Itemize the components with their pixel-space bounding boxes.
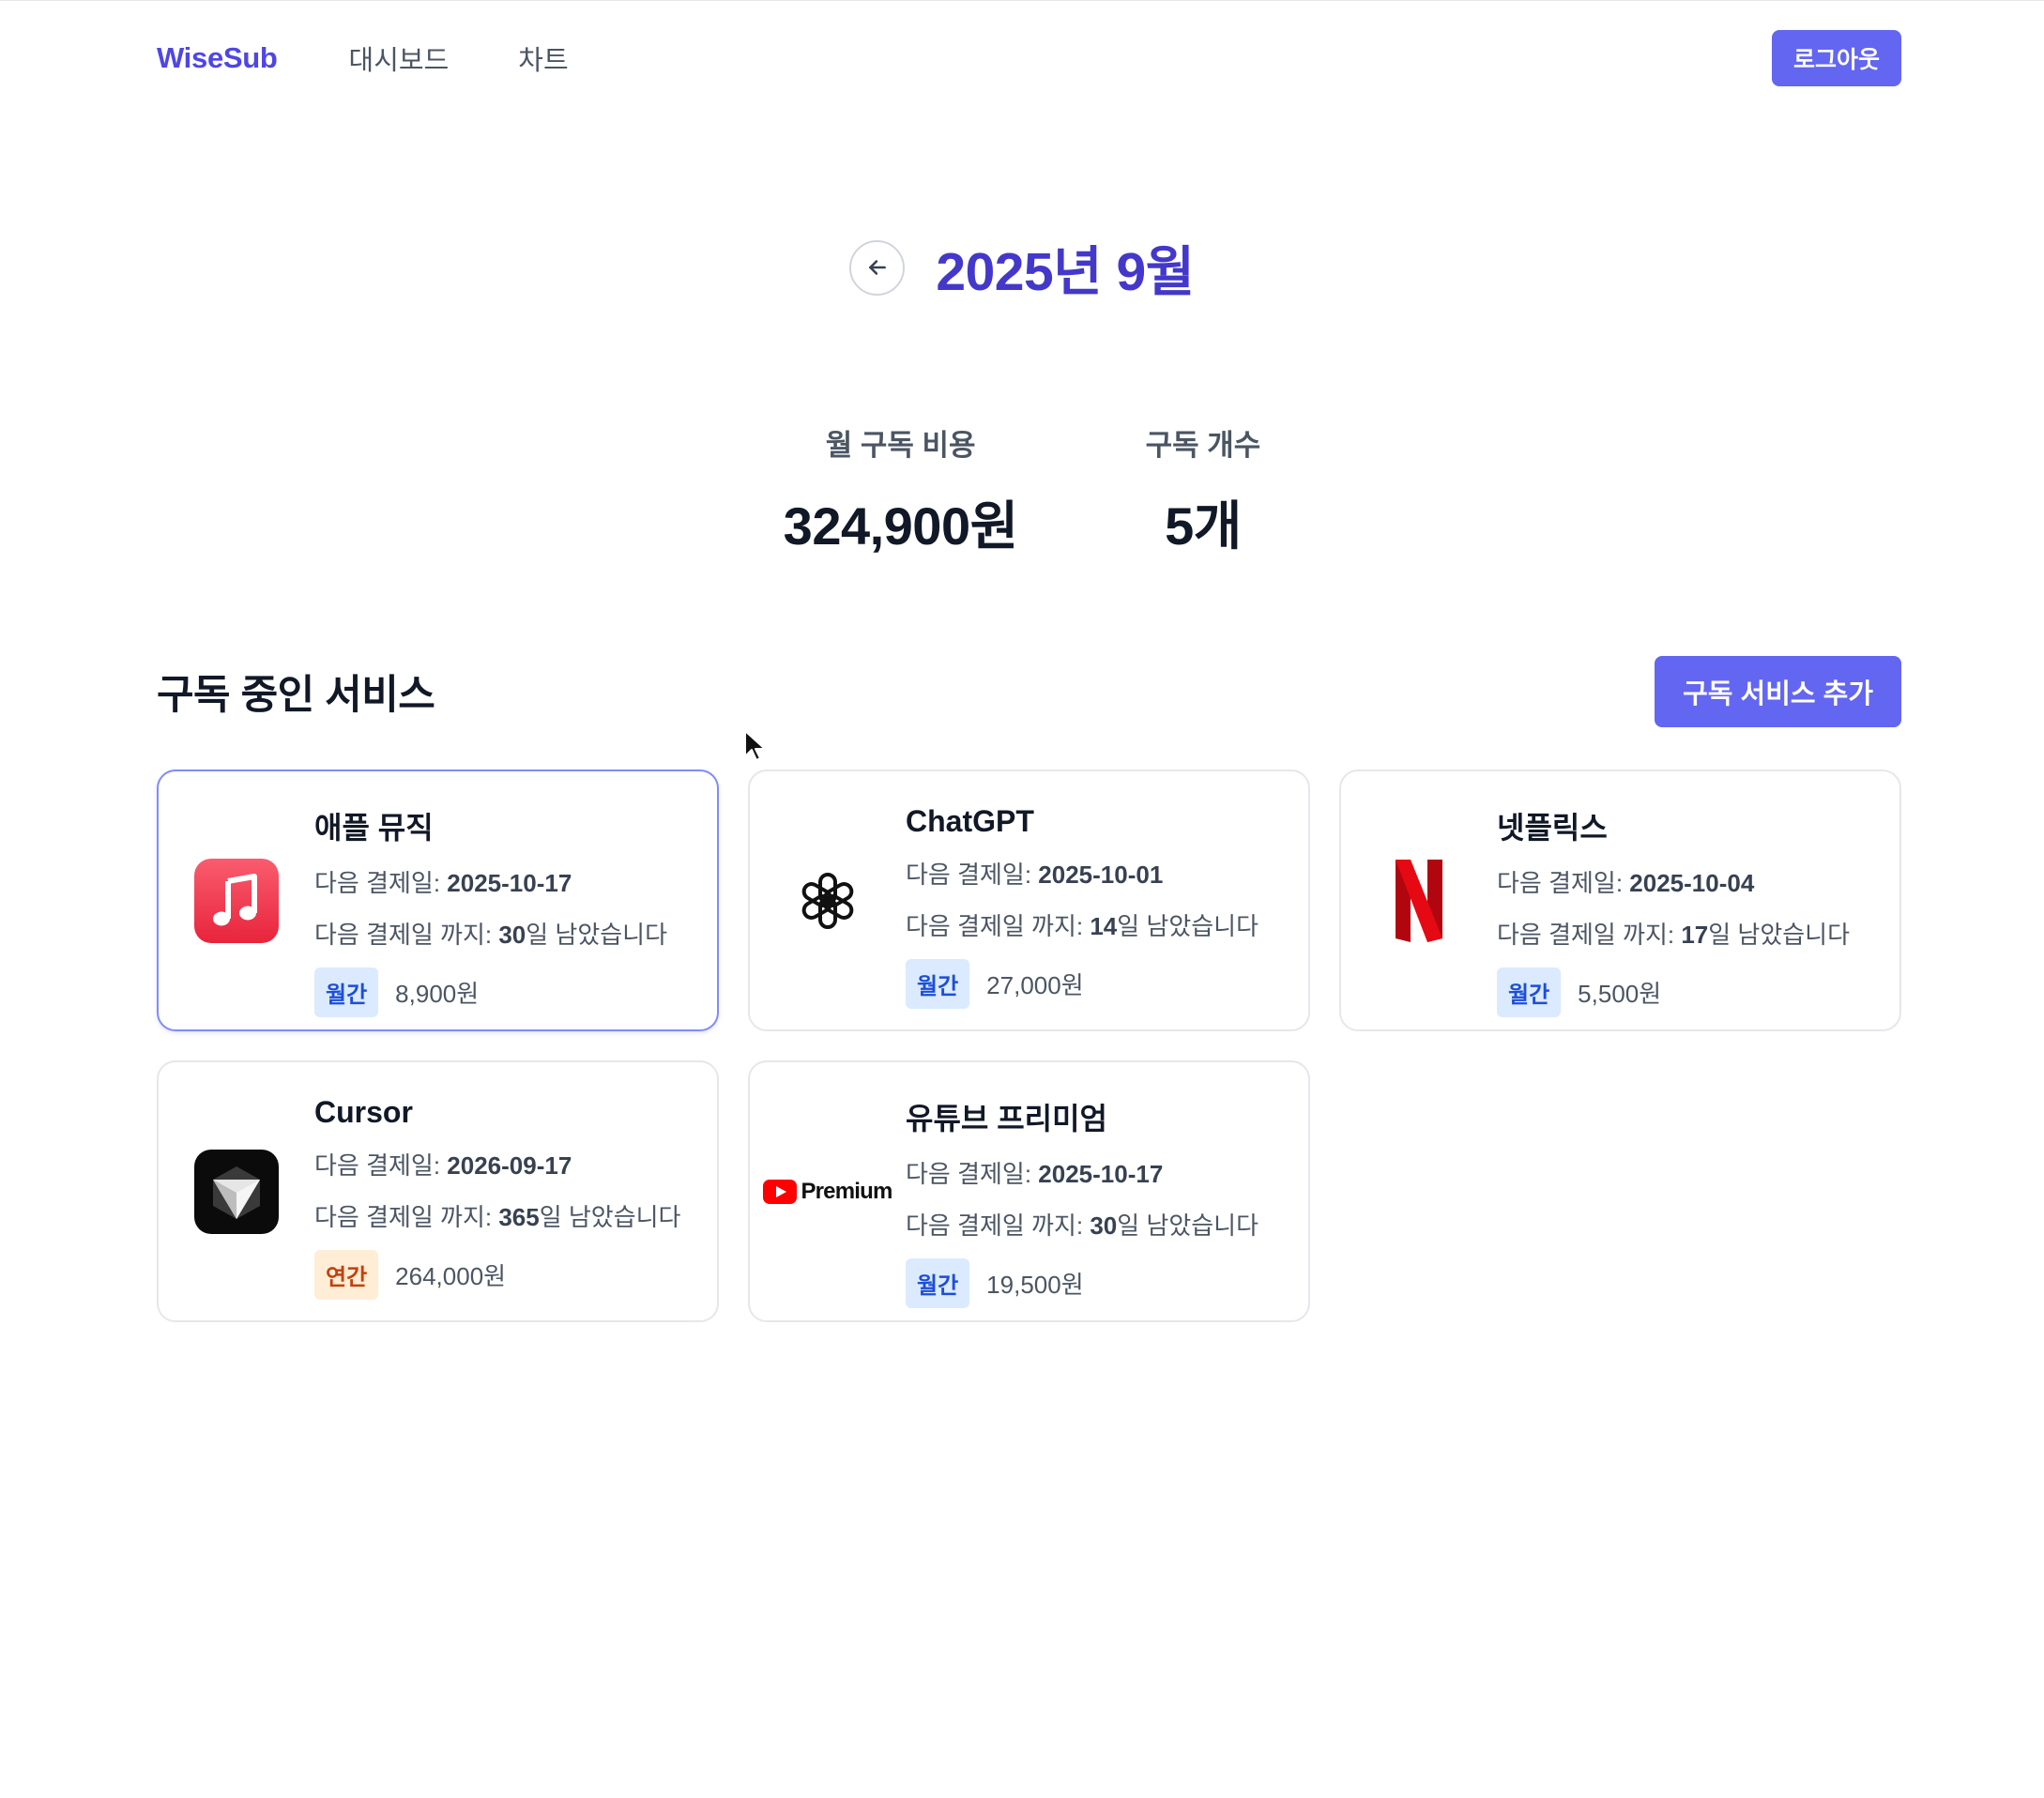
subscription-grid: 애플 뮤직 다음 결제일: 2025-10-17 다음 결제일 까지: 30일 …	[157, 769, 1901, 1322]
price: 264,000원	[395, 1262, 507, 1290]
add-subscription-button[interactable]: 구독 서비스 추가	[1655, 656, 1901, 727]
subscription-card[interactable]: 애플 뮤직 다음 결제일: 2025-10-17 다음 결제일 까지: 30일 …	[157, 769, 719, 1031]
service-name: 넷플릭스	[1497, 811, 1608, 845]
service-name: ChatGPT	[906, 804, 1034, 838]
service-name: 애플 뮤직	[314, 811, 434, 845]
page: WiseSub 대시보드 차트 로그아웃 2025년 9월 월 구독 비용 32…	[0, 0, 2044, 1798]
nav-link-chart[interactable]: 차트	[518, 38, 568, 78]
price: 27,000원	[986, 971, 1084, 999]
netflix-icon	[1396, 860, 1442, 942]
billing-cycle-badge: 연간	[314, 1250, 379, 1300]
monthly-cost-stat: 월 구독 비용 324,900원	[784, 421, 1018, 560]
subscription-card[interactable]: Premium 유튜브 프리미엄 다음 결제일: 2025-10-17 다음 결…	[748, 1060, 1310, 1322]
days-remaining: 다음 결제일 까지: 30일 남았습니다	[314, 921, 668, 949]
chatgpt-icon	[801, 873, 854, 929]
monthly-cost-label: 월 구독 비용	[825, 429, 976, 462]
subscription-card[interactable]: Cursor 다음 결제일: 2026-09-17 다음 결제일 까지: 365…	[157, 1060, 719, 1322]
logout-button[interactable]: 로그아웃	[1771, 30, 1901, 86]
price: 5,500원	[1578, 980, 1662, 1008]
days-remaining: 다음 결제일 까지: 17일 남았습니다	[1497, 921, 1851, 949]
section-header: 구독 중인 서비스 구독 서비스 추가	[157, 656, 1901, 727]
arrow-left-icon	[868, 260, 886, 275]
price: 8,900원	[395, 980, 480, 1008]
brand-logo[interactable]: WiseSub	[157, 41, 278, 75]
nav-link-dashboard[interactable]: 대시보드	[349, 38, 450, 78]
month-title: 2025년 9월	[936, 242, 1195, 302]
next-payment-date: 다음 결제일: 2025-10-17	[906, 1160, 1164, 1188]
billing-cycle-badge: 월간	[1497, 968, 1562, 1017]
section-title: 구독 중인 서비스	[157, 673, 435, 718]
month-header: 2025년 9월	[0, 229, 2044, 306]
cursor-app-icon	[194, 1150, 279, 1234]
previous-month-button[interactable]	[849, 239, 906, 296]
monthly-cost-value: 324,900원	[783, 496, 1018, 556]
days-remaining: 다음 결제일 까지: 14일 남았습니다	[906, 912, 1259, 940]
top-nav: WiseSub 대시보드 차트 로그아웃	[157, 29, 1901, 87]
price: 19,500원	[986, 1271, 1084, 1299]
service-name: 유튜브 프리미엄	[906, 1102, 1107, 1135]
next-payment-date: 다음 결제일: 2026-09-17	[314, 1151, 572, 1180]
billing-cycle-badge: 월간	[314, 968, 379, 1017]
service-name: Cursor	[314, 1095, 413, 1129]
subscription-card[interactable]: 넷플릭스 다음 결제일: 2025-10-04 다음 결제일 까지: 17일 남…	[1339, 769, 1901, 1031]
summary-stats: 월 구독 비용 324,900원 구독 개수 5개	[0, 421, 2044, 560]
youtube-premium-icon: Premium	[763, 1179, 892, 1205]
subscription-count-stat: 구독 개수 5개	[1146, 421, 1261, 560]
days-remaining: 다음 결제일 까지: 365일 남았습니다	[314, 1203, 681, 1231]
mouse-pointer-icon	[744, 730, 766, 761]
subscription-count-value: 5개	[1165, 496, 1242, 556]
billing-cycle-badge: 월간	[906, 1258, 970, 1308]
subscription-card[interactable]: ChatGPT 다음 결제일: 2025-10-01 다음 결제일 까지: 14…	[748, 769, 1310, 1031]
billing-cycle-badge: 월간	[906, 959, 970, 1009]
subscription-count-label: 구독 개수	[1145, 429, 1261, 462]
days-remaining: 다음 결제일 까지: 30일 남았습니다	[906, 1211, 1259, 1240]
apple-music-icon	[194, 859, 279, 943]
youtube-play-icon	[763, 1180, 798, 1204]
next-payment-date: 다음 결제일: 2025-10-01	[906, 861, 1164, 889]
next-payment-date: 다음 결제일: 2025-10-04	[1497, 869, 1755, 897]
next-payment-date: 다음 결제일: 2025-10-17	[314, 869, 572, 897]
